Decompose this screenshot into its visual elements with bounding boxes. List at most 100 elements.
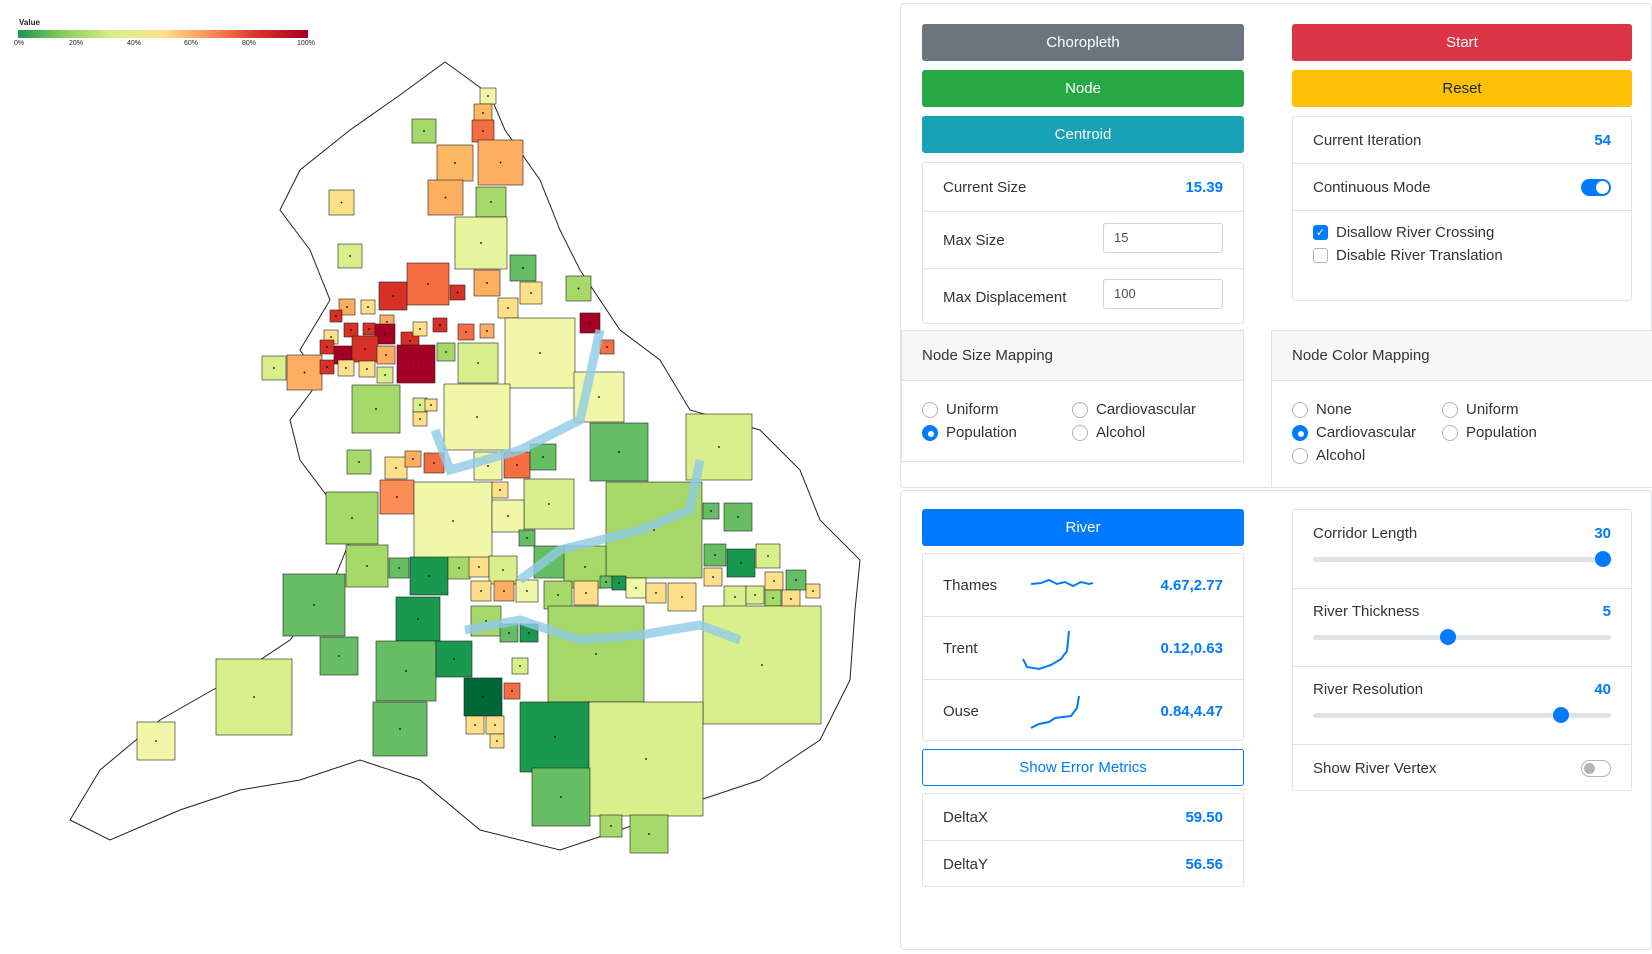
node-centroid-dot (486, 282, 488, 284)
node-centroid-dot (476, 416, 478, 418)
disallow-river-crossing-checkbox[interactable]: ✓ (1313, 225, 1328, 240)
node-centroid-dot (480, 590, 482, 592)
slider-knob[interactable] (1595, 551, 1611, 567)
node-centroid-dot (486, 330, 488, 332)
max-size-input[interactable]: 15 (1103, 223, 1223, 253)
node-centroid-dot (754, 594, 756, 596)
radio-icon[interactable] (1292, 401, 1308, 418)
node-centroid-dot (773, 580, 775, 582)
option-label: Uniform (1466, 401, 1519, 418)
node-centroid-dot (326, 346, 328, 348)
river-row-ouse[interactable]: Ouse 0.84,4.47 (923, 680, 1243, 742)
node-centroid-dot (714, 554, 716, 556)
node-centroid-dot (335, 315, 337, 317)
size-option-uniform[interactable]: Uniform (922, 401, 999, 418)
radio-icon[interactable] (1072, 401, 1088, 418)
node-centroid-dot (490, 201, 492, 203)
max-size-label: Max Size (943, 231, 1005, 249)
river-thickness-slider[interactable] (1313, 629, 1611, 645)
choropleth-button[interactable]: Choropleth (922, 24, 1244, 61)
node-centroid-dot (795, 579, 797, 581)
color-option-population[interactable]: Population (1442, 424, 1537, 441)
iteration-row: Current Iteration 54 (1293, 117, 1631, 163)
node-centroid-dot (386, 321, 388, 323)
radio-icon[interactable] (1442, 424, 1458, 441)
node-centroid-dot (494, 724, 496, 726)
node-centroid-dot (477, 362, 479, 364)
color-option-uniform[interactable]: Uniform (1442, 401, 1519, 418)
node-centroid-dot (526, 590, 528, 592)
disallow-river-crossing-option[interactable]: ✓ Disallow River Crossing (1313, 224, 1494, 241)
node-centroid-dot (417, 618, 419, 620)
node-centroid-dot (585, 592, 587, 594)
node-centroid-dot (384, 374, 386, 376)
radio-icon[interactable] (922, 424, 938, 441)
option-label: Alcohol (1316, 447, 1366, 464)
centroid-button[interactable]: Centroid (922, 116, 1244, 153)
node-centroid-dot (734, 596, 736, 598)
slider-knob[interactable] (1439, 629, 1456, 645)
corridor-length-value: 30 (1594, 524, 1611, 542)
node-centroid-dot (349, 255, 351, 257)
node-centroid-dot (645, 758, 647, 760)
size-option-population[interactable]: Population (922, 424, 1017, 441)
river-resolution-slider[interactable] (1313, 707, 1611, 723)
map-svg[interactable] (0, 0, 890, 954)
disallow-river-crossing-label: Disallow River Crossing (1336, 224, 1495, 241)
option-label: Population (946, 424, 1017, 441)
disable-river-translation-checkbox[interactable] (1313, 248, 1328, 263)
max-displacement-input[interactable]: 100 (1103, 279, 1223, 309)
node-centroid-dot (539, 352, 541, 354)
option-label: Cardiovascular (1096, 401, 1197, 418)
node-centroid-dot (330, 336, 332, 338)
node-centroid-dot (772, 597, 774, 599)
node-centroid-dot (474, 724, 476, 726)
node-centroid-dot (528, 632, 530, 634)
node-centroid-dot (456, 291, 459, 294)
color-option-none[interactable]: None (1292, 401, 1352, 418)
node-centroid-dot (499, 161, 502, 164)
color-option-cardiovascular[interactable]: Cardiovascular (1292, 424, 1416, 441)
continuous-mode-toggle[interactable] (1581, 178, 1611, 196)
size-option-alcohol[interactable]: Alcohol (1072, 424, 1145, 441)
corridor-length-slider[interactable] (1313, 551, 1611, 567)
node-centroid-dot (610, 825, 612, 827)
top-panel: Choropleth Node Centroid Start Reset Cur… (900, 3, 1652, 343)
river-row-trent[interactable]: Trent 0.12,0.63 (923, 617, 1243, 679)
node-button[interactable]: Node (922, 70, 1244, 107)
river-resolution-row: River Resolution 40 (1293, 672, 1631, 706)
node-centroid-dot (560, 796, 562, 798)
node-centroid-dot (398, 567, 400, 569)
deltax-label: DeltaX (943, 808, 989, 826)
node-centroid-dot (681, 596, 683, 598)
node-centroid-dot (351, 517, 353, 519)
radio-icon[interactable] (922, 401, 938, 418)
node-centroid-dot (368, 328, 370, 330)
show-river-vertex-toggle[interactable] (1581, 759, 1611, 777)
map-area[interactable]: Value 0% 20% 40% 60% 80% 100% (0, 0, 890, 954)
reset-button[interactable]: Reset (1292, 70, 1632, 107)
disable-river-translation-option[interactable]: Disable River Translation (1313, 247, 1503, 264)
radio-icon[interactable] (1442, 401, 1458, 418)
node-centroid-dot (511, 690, 513, 692)
slider-knob[interactable] (1552, 707, 1569, 723)
node-centroid-dot (482, 696, 484, 698)
color-option-alcohol[interactable]: Alcohol (1292, 447, 1365, 464)
radio-icon[interactable] (1292, 447, 1308, 464)
node-centroid-dot (385, 354, 387, 356)
node-centroid-dot (655, 592, 657, 594)
node-centroid-dot (350, 329, 352, 331)
river-button[interactable]: River (922, 509, 1244, 546)
deltay-label: DeltaY (943, 855, 989, 873)
start-button[interactable]: Start (1292, 24, 1632, 61)
node-centroid-dot (557, 594, 559, 596)
node-centroid-dot (423, 130, 425, 132)
node-centroid-dot (452, 520, 454, 522)
radio-icon[interactable] (1072, 424, 1088, 441)
node-centroid-dot (618, 451, 620, 453)
corridor-length-row: Corridor Length 30 (1293, 516, 1631, 550)
show-error-metrics-button[interactable]: Show Error Metrics (922, 749, 1244, 786)
size-option-cardiovascular[interactable]: Cardiovascular (1072, 401, 1196, 418)
radio-icon[interactable] (1292, 424, 1308, 441)
river-row-thames[interactable]: Thames 4.67,2.77 (923, 554, 1243, 616)
